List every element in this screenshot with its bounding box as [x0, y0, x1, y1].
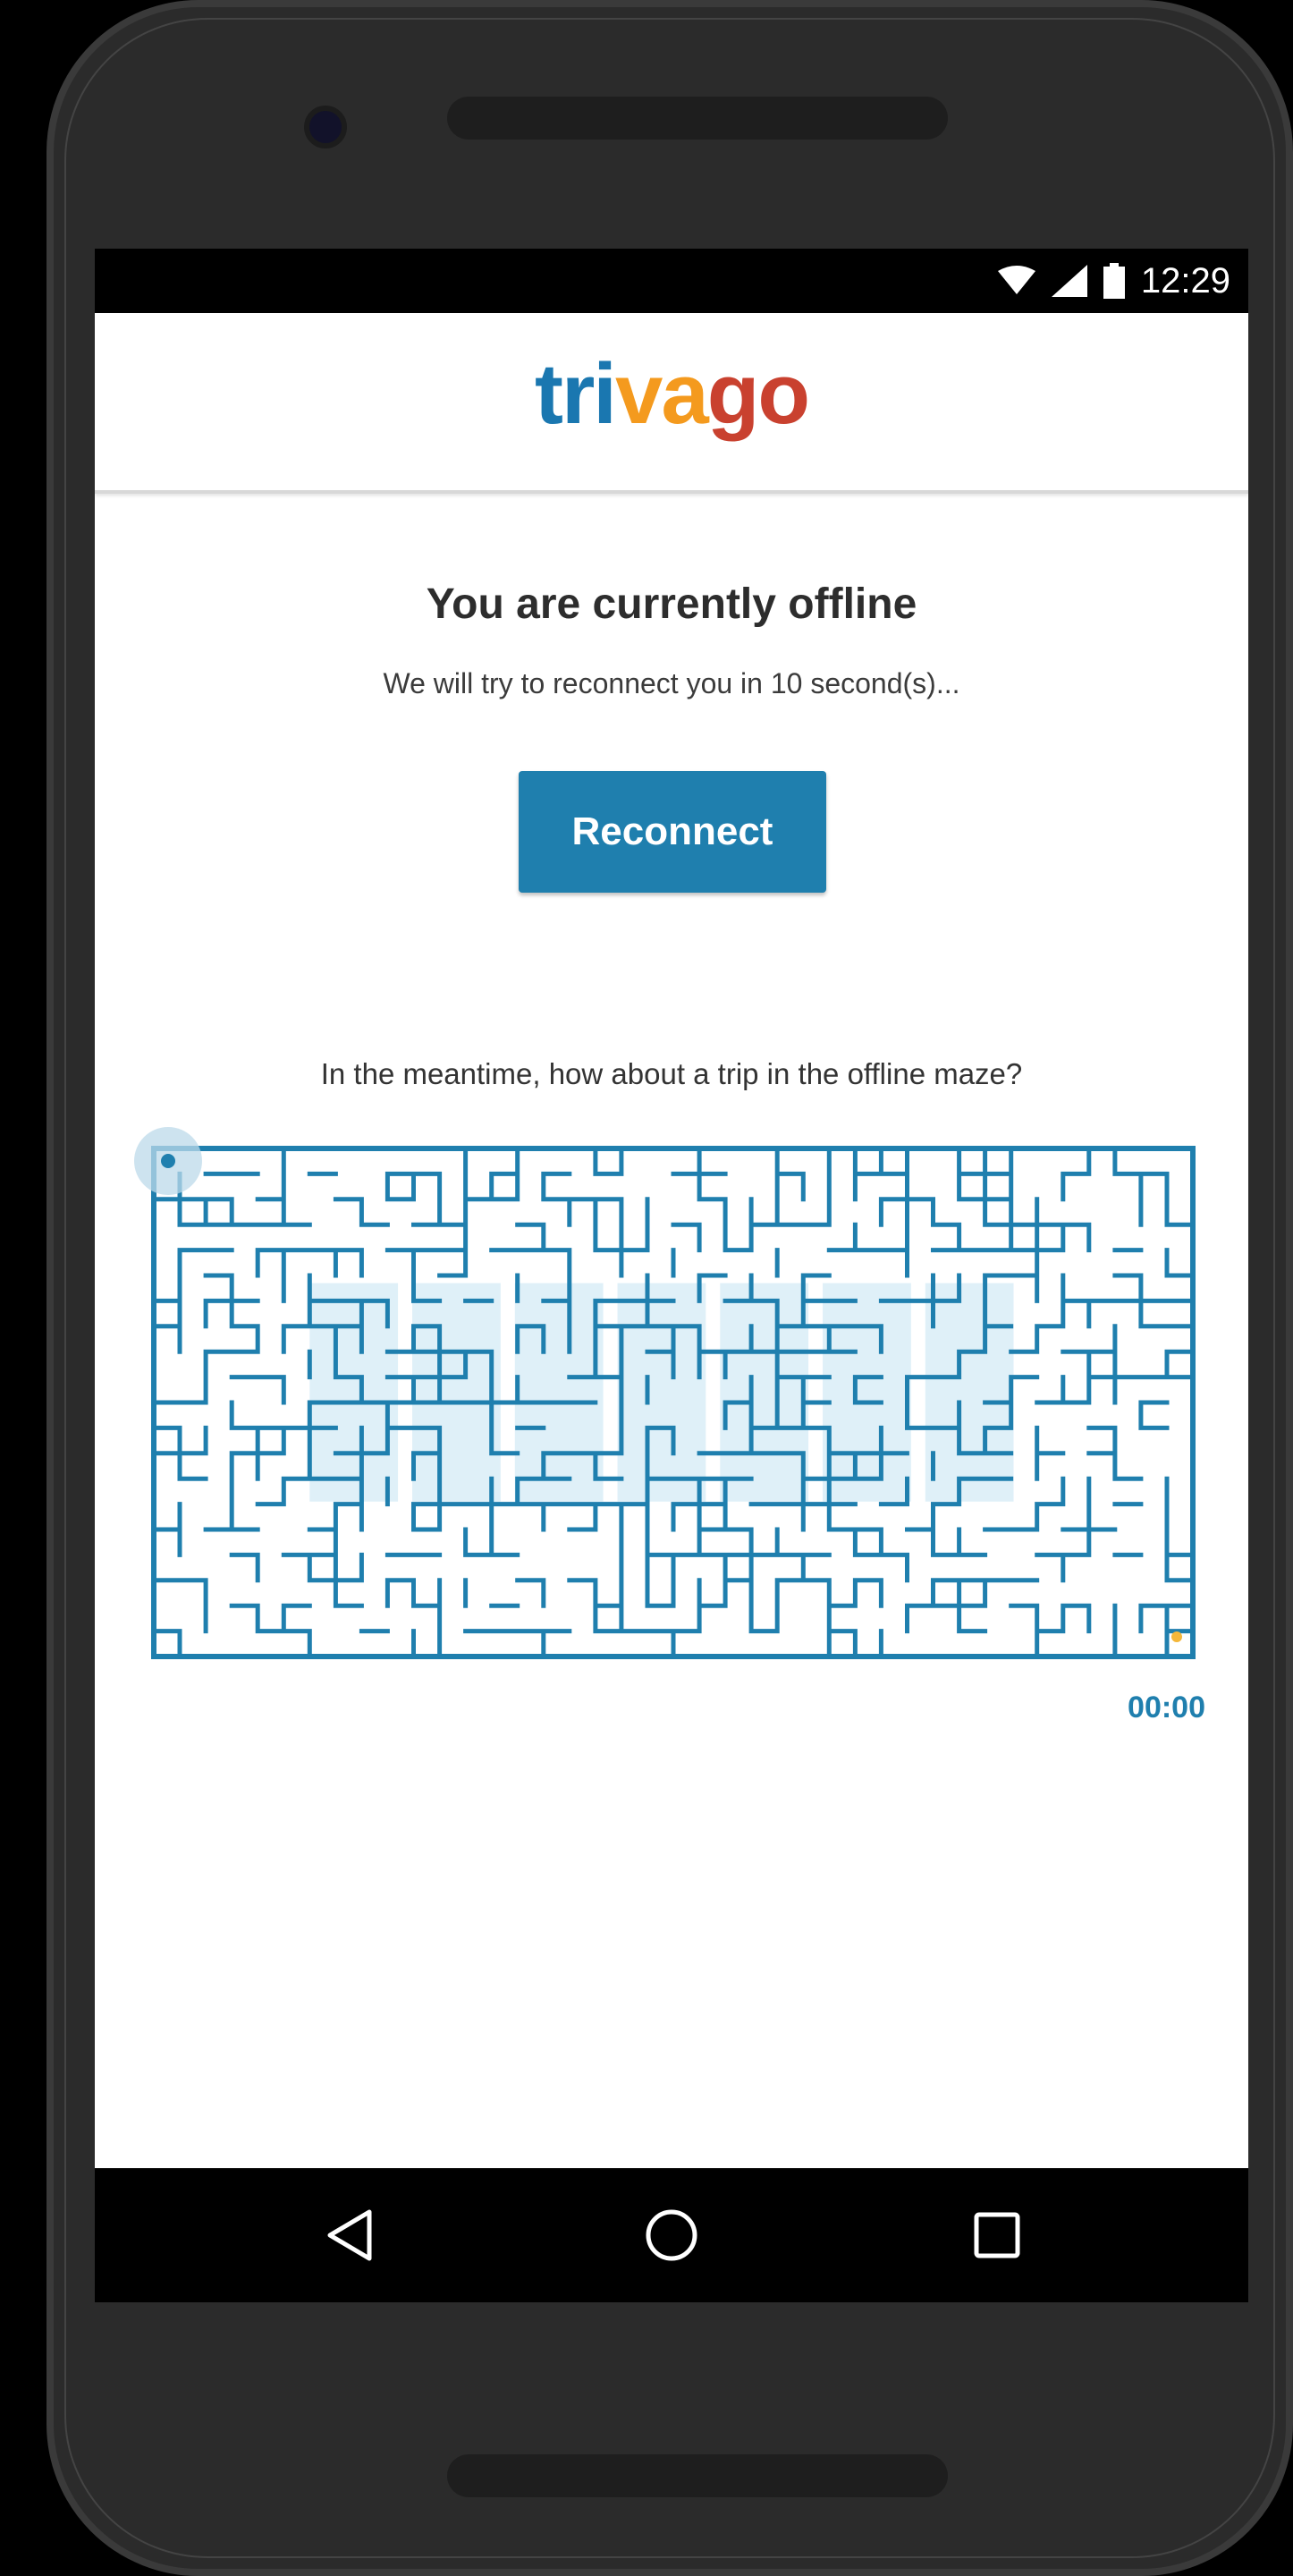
- logo-part-1: tri: [534, 346, 617, 442]
- camera-icon: [304, 106, 347, 148]
- maze-letter-block: [925, 1283, 1014, 1502]
- top-speaker: [447, 97, 948, 140]
- maze-letter-block: [412, 1283, 501, 1502]
- recents-icon: [974, 2212, 1020, 2258]
- back-button[interactable]: [318, 2204, 381, 2267]
- reconnect-countdown: We will try to reconnect you in 10 secon…: [383, 667, 960, 699]
- status-bar: 12:29: [95, 249, 1248, 313]
- wifi-icon: [997, 266, 1035, 294]
- status-time: 12:29: [1140, 260, 1230, 301]
- maze-letter-block: [309, 1283, 399, 1502]
- app-header: trivago: [95, 313, 1248, 494]
- maze-goal-dot: [1171, 1631, 1182, 1642]
- maze-letter-block: [617, 1283, 706, 1502]
- home-button[interactable]: [640, 2204, 703, 2267]
- screen: 12:29 trivago You are currently offline …: [95, 249, 1248, 2302]
- recents-button[interactable]: [966, 2204, 1028, 2267]
- logo-part-2: va: [614, 346, 709, 442]
- battery-icon: [1103, 263, 1125, 299]
- maze-letter-block: [720, 1283, 809, 1502]
- signal-icon: [1051, 265, 1087, 297]
- reconnect-button[interactable]: Reconnect: [519, 771, 826, 893]
- status-icons: 12:29: [997, 249, 1230, 313]
- offline-title: You are currently offline: [426, 580, 917, 628]
- maze-timer: 00:00: [1128, 1690, 1205, 1724]
- maze-letter-block: [823, 1283, 911, 1502]
- back-icon: [327, 2209, 372, 2261]
- trivago-logo: trivago: [95, 345, 1248, 444]
- logo-part-3: go: [706, 346, 810, 442]
- maze-letter-block: [514, 1283, 604, 1502]
- android-nav-bar: [95, 2168, 1248, 2302]
- maze-player-dot[interactable]: [161, 1154, 175, 1168]
- maze-prompt: In the meantime, how about a trip in the…: [320, 1057, 1023, 1090]
- offline-maze[interactable]: [95, 1125, 1248, 1680]
- home-icon: [646, 2209, 697, 2261]
- bottom-speaker: [447, 2454, 948, 2497]
